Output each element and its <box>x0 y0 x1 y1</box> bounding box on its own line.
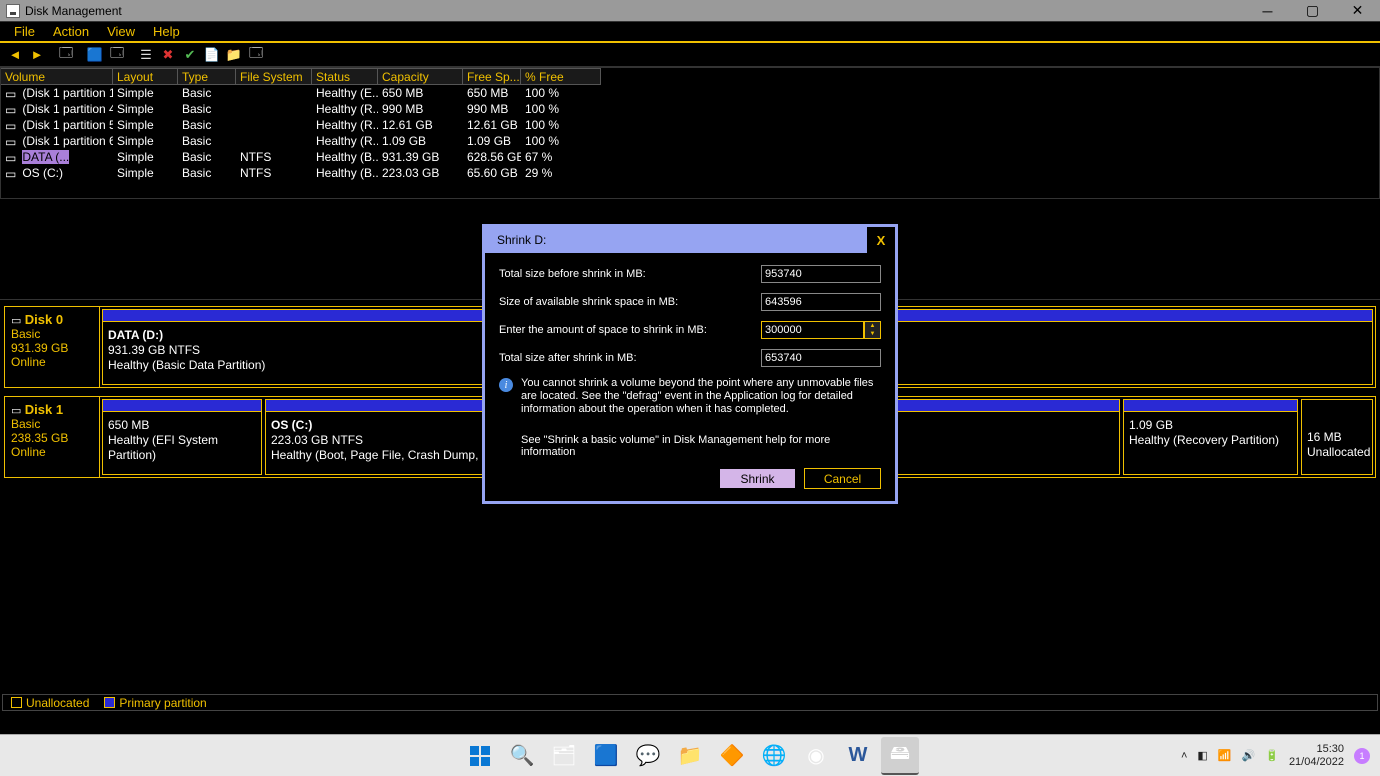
volume-list: Volume Layout Type File System Status Ca… <box>0 67 1380 199</box>
wifi-icon[interactable]: 📶 <box>1218 749 1232 762</box>
disk-label: ▭ Disk 0Basic931.39 GBOnline <box>5 307 100 387</box>
field-total-after <box>761 349 881 367</box>
col-capacity[interactable]: Capacity <box>378 68 463 85</box>
label-total-after: Total size after shrink in MB: <box>499 352 761 364</box>
legend-unallocated: Unallocated <box>26 696 89 710</box>
menu-view[interactable]: View <box>98 22 144 41</box>
partition[interactable]: 16 MBUnallocated <box>1301 399 1373 475</box>
window-minimize-button[interactable]: ─ <box>1245 1 1290 21</box>
col-layout[interactable]: Layout <box>113 68 178 85</box>
tray-chevron-icon[interactable]: ˄ <box>1181 750 1187 762</box>
disk-icon: ▭ <box>11 315 21 327</box>
toolbar-icon-1[interactable]: 🗔 <box>56 46 76 64</box>
legend: Unallocated Primary partition <box>2 694 1378 711</box>
volume-row[interactable]: ▭ OS (C:)SimpleBasicNTFSHealthy (B...223… <box>1 165 1379 181</box>
tray-app-icon[interactable]: ◧ <box>1197 749 1207 762</box>
toolbar: ◄ ► 🗔 🟦 🗔 ☰ ✖ ✔ 📄 📁 🗔 <box>0 43 1380 67</box>
task-view-icon[interactable]: 🗂 <box>545 737 583 775</box>
shrink-button[interactable]: Shrink <box>719 468 796 489</box>
widgets-icon[interactable]: 🟦 <box>587 737 625 775</box>
edge-icon[interactable]: 🌐 <box>755 737 793 775</box>
volume-row[interactable]: ▭ (Disk 1 partition 5)SimpleBasicHealthy… <box>1 117 1379 133</box>
volume-header: Volume Layout Type File System Status Ca… <box>1 68 1379 85</box>
disk-management-taskbar-icon[interactable]: 🖴 <box>881 737 919 775</box>
window-titlebar: Disk Management ─ ▢ ✕ <box>0 0 1380 21</box>
notification-badge[interactable]: 1 <box>1354 748 1370 764</box>
dialog-titlebar[interactable]: Shrink D: X <box>485 227 895 253</box>
toolbar-icon-5[interactable]: 📁 <box>224 46 244 64</box>
field-shrink-amount[interactable] <box>761 321 864 339</box>
volume-row[interactable]: ▭ DATA (...SimpleBasicNTFSHealthy (B...9… <box>1 149 1379 165</box>
col-type[interactable]: Type <box>178 68 236 85</box>
volume-row[interactable]: ▭ (Disk 1 partition 1)SimpleBasicHealthy… <box>1 85 1379 101</box>
toolbar-icon-2[interactable]: 🗔 <box>107 46 127 64</box>
menubar: File Action View Help <box>0 21 1380 43</box>
spinner-down-icon[interactable]: ▼ <box>865 330 880 338</box>
legend-primary: Primary partition <box>119 696 206 710</box>
drive-icon: ▭ <box>5 134 19 149</box>
drive-icon: ▭ <box>5 150 19 165</box>
dialog-info-text: You cannot shrink a volume beyond the po… <box>521 377 881 416</box>
col-filesystem[interactable]: File System <box>236 68 312 85</box>
window-maximize-button[interactable]: ▢ <box>1290 1 1335 21</box>
shrink-dialog: Shrink D: X Total size before shrink in … <box>482 224 898 504</box>
explorer-icon[interactable]: 📁 <box>671 737 709 775</box>
label-enter-amount: Enter the amount of space to shrink in M… <box>499 324 761 336</box>
tray-date: 21/04/2022 <box>1289 756 1344 769</box>
menu-help[interactable]: Help <box>144 22 189 41</box>
drive-icon: ▭ <box>5 166 19 181</box>
tray-clock[interactable]: 15:30 21/04/2022 <box>1289 743 1344 769</box>
toolbar-icon-4[interactable]: 📄 <box>202 46 222 64</box>
refresh-icon[interactable]: 🟦 <box>85 46 105 64</box>
swatch-primary <box>104 697 115 708</box>
menu-file[interactable]: File <box>5 22 44 41</box>
chrome-icon[interactable]: ◉ <box>797 737 835 775</box>
disk-icon: ▭ <box>11 405 21 417</box>
partition[interactable]: 650 MBHealthy (EFI System Partition) <box>102 399 262 475</box>
drive-icon: ▭ <box>5 118 19 133</box>
drive-icon: ▭ <box>5 86 19 101</box>
nav-back-icon[interactable]: ◄ <box>5 46 25 64</box>
field-available <box>761 293 881 311</box>
app-icon-1[interactable]: 🔶 <box>713 737 751 775</box>
label-total-before: Total size before shrink in MB: <box>499 268 761 280</box>
battery-icon[interactable]: 🔋 <box>1265 749 1279 762</box>
col-volume[interactable]: Volume <box>1 68 113 85</box>
label-available: Size of available shrink space in MB: <box>499 296 761 308</box>
tray-time: 15:30 <box>1289 743 1344 756</box>
dialog-help-link[interactable]: See "Shrink a basic volume" in Disk Mana… <box>521 434 881 458</box>
col-pct-free[interactable]: % Free <box>521 68 601 85</box>
start-button[interactable] <box>461 737 499 775</box>
nav-forward-icon[interactable]: ► <box>27 46 47 64</box>
toolbar-icon-3[interactable]: ☰ <box>136 46 156 64</box>
window-close-button[interactable]: ✕ <box>1335 1 1380 21</box>
disk-label: ▭ Disk 1Basic238.35 GBOnline <box>5 397 100 477</box>
app-icon <box>6 4 20 18</box>
spinner-up-icon[interactable]: ▲ <box>865 322 880 330</box>
window-title: Disk Management <box>25 4 122 18</box>
delete-icon[interactable]: ✖ <box>158 46 178 64</box>
word-icon[interactable]: W <box>839 737 877 775</box>
check-icon[interactable]: ✔ <box>180 46 200 64</box>
dialog-close-button[interactable]: X <box>867 227 895 253</box>
volume-icon[interactable]: 🔊 <box>1242 749 1256 762</box>
volume-row[interactable]: ▭ (Disk 1 partition 6)SimpleBasicHealthy… <box>1 133 1379 149</box>
dialog-title: Shrink D: <box>497 233 546 247</box>
shrink-amount-spinner[interactable]: ▲▼ <box>864 321 881 339</box>
taskbar: 🔍 🗂 🟦 💬 📁 🔶 🌐 ◉ W 🖴 ˄ ◧ 📶 🔊 🔋 15:30 21/0… <box>0 734 1380 776</box>
search-icon[interactable]: 🔍 <box>503 737 541 775</box>
volume-row[interactable]: ▭ (Disk 1 partition 4)SimpleBasicHealthy… <box>1 101 1379 117</box>
partition[interactable]: 1.09 GBHealthy (Recovery Partition) <box>1123 399 1298 475</box>
chat-icon[interactable]: 💬 <box>629 737 667 775</box>
col-free[interactable]: Free Sp... <box>463 68 521 85</box>
col-status[interactable]: Status <box>312 68 378 85</box>
info-icon: i <box>499 378 513 392</box>
drive-icon: ▭ <box>5 102 19 117</box>
field-total-before <box>761 265 881 283</box>
menu-action[interactable]: Action <box>44 22 98 41</box>
toolbar-icon-6[interactable]: 🗔 <box>246 46 266 64</box>
swatch-unallocated <box>11 697 22 708</box>
cancel-button[interactable]: Cancel <box>804 468 881 489</box>
